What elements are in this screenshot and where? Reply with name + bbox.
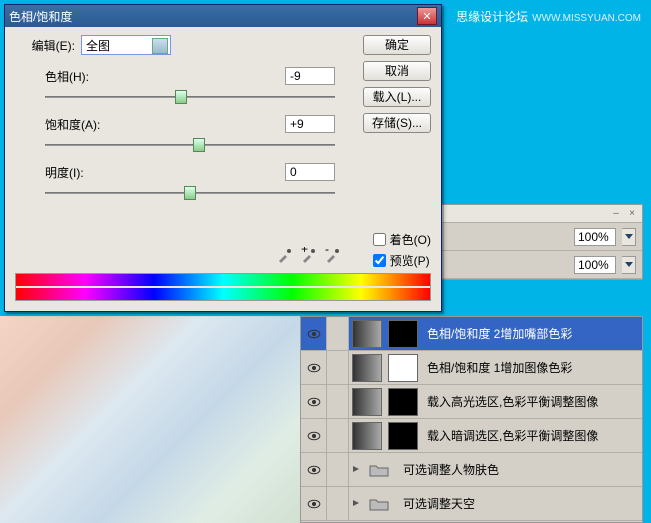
edit-select-value: 全图 xyxy=(86,37,110,54)
edit-label: 编辑(E): xyxy=(15,37,75,54)
layer-row[interactable]: 载入高光选区,色彩平衡调整图像 xyxy=(301,385,642,419)
link-column[interactable] xyxy=(327,487,349,520)
eyedropper-icon[interactable] xyxy=(277,247,293,263)
expand-icon[interactable] xyxy=(349,497,361,511)
saturation-label: 饱和度(A): xyxy=(45,116,135,133)
colorize-checkbox-label[interactable]: 着色(O) xyxy=(373,231,431,248)
save-button[interactable]: 存储(S)... xyxy=(363,113,431,133)
folder-icon xyxy=(364,490,394,518)
hue-input[interactable] xyxy=(285,67,335,85)
watermark-url: WWW.MISSYUAN.COM xyxy=(532,13,641,24)
layer-mask-thumbnail[interactable] xyxy=(388,422,418,450)
layer-name: 色相/饱和度 2增加嘴部色彩 xyxy=(427,325,572,342)
layer-name: 载入暗调选区,色彩平衡调整图像 xyxy=(427,427,598,444)
layer-name: 可选调整人物肤色 xyxy=(403,461,499,478)
chevron-down-icon xyxy=(157,43,165,48)
minimize-icon[interactable]: – xyxy=(610,208,622,220)
link-column[interactable] xyxy=(327,317,349,350)
opacity-field-1[interactable]: 100% xyxy=(574,228,616,246)
lightness-slider[interactable] xyxy=(45,185,335,201)
lightness-label: 明度(I): xyxy=(45,164,135,181)
layer-mask-thumbnail[interactable] xyxy=(388,354,418,382)
layer-mask-thumbnail[interactable] xyxy=(388,320,418,348)
dialog-title: 色相/饱和度 xyxy=(9,8,417,25)
svg-text:-: - xyxy=(325,247,329,256)
visibility-toggle[interactable] xyxy=(301,453,327,486)
close-panel-icon[interactable]: × xyxy=(626,208,638,220)
layer-name: 色相/饱和度 1增加图像色彩 xyxy=(427,359,572,376)
layer-thumbnail[interactable] xyxy=(352,320,382,348)
preview-checkbox[interactable] xyxy=(373,254,386,267)
link-column[interactable] xyxy=(327,351,349,384)
link-column[interactable] xyxy=(327,385,349,418)
layer-thumbnail[interactable] xyxy=(352,354,382,382)
folder-icon xyxy=(364,456,394,484)
hue-saturation-dialog: 色相/饱和度 ✕ 编辑(E): 全图 色相(H): 饱和度(A): 明度(I): xyxy=(4,4,442,312)
lightness-input[interactable] xyxy=(285,163,335,181)
saturation-slider[interactable] xyxy=(45,137,335,153)
layer-row[interactable]: 可选调整天空 xyxy=(301,487,642,521)
layer-thumbnail[interactable] xyxy=(352,388,382,416)
visibility-toggle[interactable] xyxy=(301,419,327,452)
eyedropper-add-icon[interactable]: + xyxy=(301,247,317,263)
layers-panel: 色相/饱和度 2增加嘴部色彩色相/饱和度 1增加图像色彩载入高光选区,色彩平衡调… xyxy=(300,316,643,523)
layer-row[interactable]: 载入暗调选区,色彩平衡调整图像 xyxy=(301,419,642,453)
saturation-input[interactable] xyxy=(285,115,335,133)
svg-text:+: + xyxy=(301,247,308,256)
layer-name: 可选调整天空 xyxy=(403,495,475,512)
visibility-toggle[interactable] xyxy=(301,487,327,520)
edit-select[interactable]: 全图 xyxy=(81,35,171,55)
opacity-arrow-1[interactable] xyxy=(622,228,636,246)
layer-thumbnail[interactable] xyxy=(352,422,382,450)
spectrum-bar xyxy=(15,273,431,301)
eyedropper-subtract-icon[interactable]: - xyxy=(325,247,341,263)
ok-button[interactable]: 确定 xyxy=(363,35,431,55)
photo-preview xyxy=(0,316,300,523)
layer-row[interactable]: 可选调整人物肤色 xyxy=(301,453,642,487)
link-column[interactable] xyxy=(327,453,349,486)
opacity-field-2[interactable]: 100% xyxy=(574,256,616,274)
watermark-text: 思缘设计论坛 xyxy=(456,10,528,24)
layer-name: 载入高光选区,色彩平衡调整图像 xyxy=(427,393,598,410)
layer-row[interactable]: 色相/饱和度 1增加图像色彩 xyxy=(301,351,642,385)
colorize-checkbox[interactable] xyxy=(373,233,386,246)
dialog-titlebar[interactable]: 色相/饱和度 ✕ xyxy=(5,5,441,27)
visibility-toggle[interactable] xyxy=(301,351,327,384)
layer-row[interactable]: 色相/饱和度 2增加嘴部色彩 xyxy=(301,317,642,351)
opacity-arrow-2[interactable] xyxy=(622,256,636,274)
expand-icon[interactable] xyxy=(349,463,361,477)
close-button[interactable]: ✕ xyxy=(417,7,437,25)
visibility-toggle[interactable] xyxy=(301,385,327,418)
hue-slider[interactable] xyxy=(45,89,335,105)
cancel-button[interactable]: 取消 xyxy=(363,61,431,81)
load-button[interactable]: 载入(L)... xyxy=(363,87,431,107)
preview-checkbox-label[interactable]: 预览(P) xyxy=(373,252,431,269)
layer-mask-thumbnail[interactable] xyxy=(388,388,418,416)
hue-label: 色相(H): xyxy=(45,68,135,85)
visibility-toggle[interactable] xyxy=(301,317,327,350)
link-column[interactable] xyxy=(327,419,349,452)
